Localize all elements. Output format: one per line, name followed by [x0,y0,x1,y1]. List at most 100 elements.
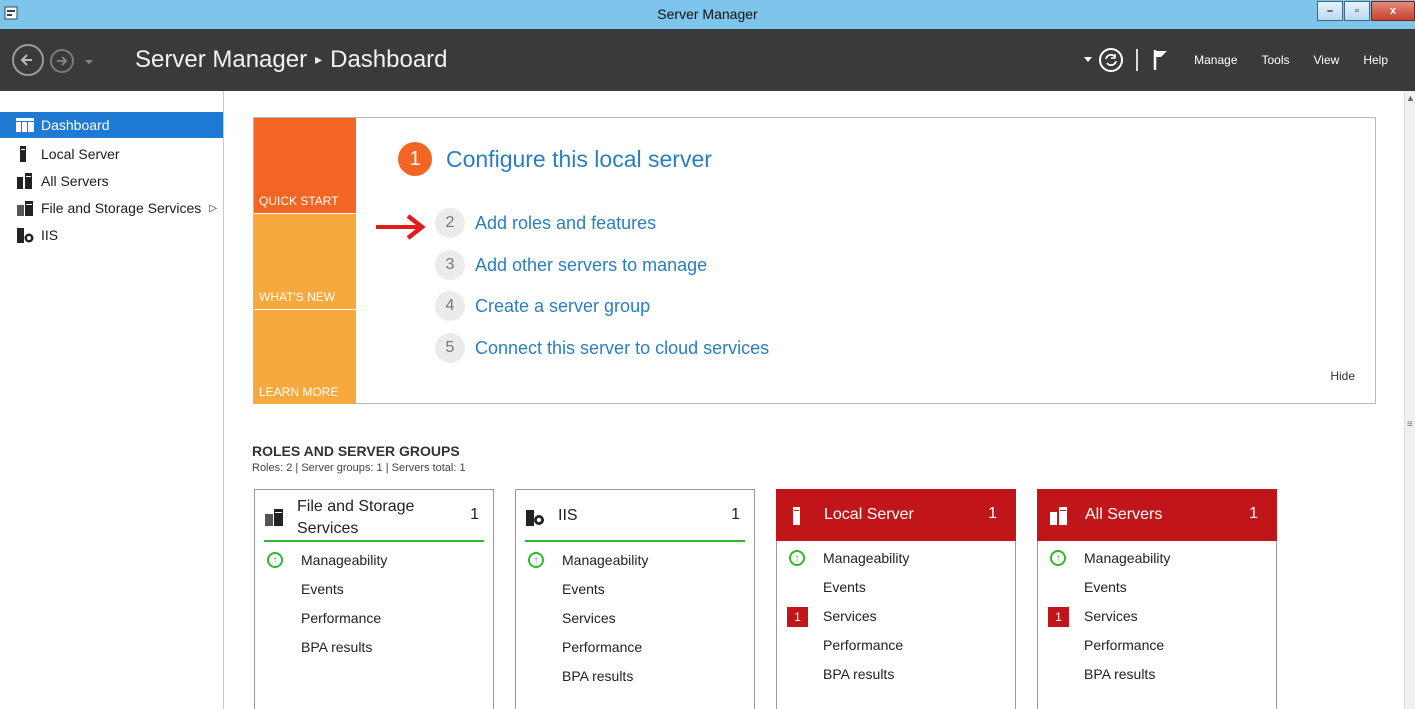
row-label: Events [562,581,605,597]
breadcrumb-current: Dashboard [330,46,448,73]
row-events[interactable]: Events [1038,573,1276,602]
card-local-server[interactable]: Local Server 1 ↑ Manageability Events 1 … [776,489,1016,709]
sidebar-item-local-server[interactable]: Local Server [0,141,223,167]
row-label: BPA results [823,666,895,682]
refresh-icon[interactable] [1098,47,1124,73]
back-arrow-icon [20,54,32,66]
menu-tools[interactable]: Tools [1262,53,1290,67]
row-performance[interactable]: Performance [255,604,493,633]
sidebar: Dashboard Local Server All Servers File … [0,91,224,709]
step-number: 3 [435,250,465,280]
sidebar-item-label: Dashboard [41,117,110,133]
expand-arrow-icon[interactable]: ▷ [209,203,217,214]
row-services[interactable]: Services [516,604,754,633]
alert-count-badge: 1 [1048,607,1069,627]
sidebar-item-label: File and Storage Services [41,200,202,216]
scroll-up-icon[interactable]: ▲ [1406,93,1415,103]
roles-summary: Roles: 2 | Server groups: 1 | Servers to… [252,462,466,474]
back-button[interactable] [12,44,44,76]
welcome-panel: QUICK START WHAT'S NEW LEARN MORE 1 Conf… [253,117,1376,404]
row-label: Services [823,608,877,624]
row-bpa-results[interactable]: BPA results [255,633,493,662]
row-events[interactable]: Events [777,573,1015,602]
row-bpa-results[interactable]: BPA results [777,660,1015,689]
close-button[interactable]: x [1371,1,1415,21]
step-label: Connect this server to cloud services [475,337,770,358]
status-ok-icon: ↑ [267,552,283,568]
hide-link[interactable]: Hide [1330,369,1355,383]
card-header[interactable]: File and Storage Services 1 [264,490,484,542]
card-header[interactable]: Local Server 1 [776,489,1016,541]
restore-button[interactable]: ▫ [1344,1,1370,21]
row-bpa-results[interactable]: BPA results [1038,660,1276,689]
menu-help[interactable]: Help [1363,53,1388,67]
row-performance[interactable]: Performance [777,631,1015,660]
window-title: Server Manager [657,6,758,22]
row-label: Manageability [301,552,388,568]
step-number: 5 [435,333,465,363]
tile-quick-start[interactable]: QUICK START [254,118,356,213]
storage-icon [16,200,34,216]
menu-view[interactable]: View [1314,53,1340,67]
status-ok-icon: ↑ [789,550,805,566]
card-header[interactable]: All Servers 1 [1037,489,1277,541]
row-label: Events [301,581,344,597]
row-services[interactable]: 1 Services [777,602,1015,631]
card-title: IIS [558,507,578,524]
row-label: Performance [823,637,904,653]
menu-manage[interactable]: Manage [1194,53,1237,67]
scroll-grip-icon[interactable]: ≡ [1407,419,1413,430]
row-label: Manageability [562,552,649,568]
row-performance[interactable]: Performance [1038,631,1276,660]
sidebar-item-label: IIS [41,227,59,243]
step-label: Configure this local server [446,145,712,172]
refresh-dropdown-icon[interactable] [1084,57,1093,63]
row-events[interactable]: Events [255,575,493,604]
step-configure-local-server[interactable]: 1 Configure this local server [398,142,712,176]
step-add-roles-features[interactable]: 2 Add roles and features [435,208,656,238]
card-count: 1 [1249,505,1258,522]
row-manageability[interactable]: ↑ Manageability [516,546,754,575]
vertical-scrollbar[interactable]: ▲ ≡ [1404,91,1415,709]
row-manageability[interactable]: ↑ Manageability [1038,544,1276,573]
row-label: BPA results [562,668,634,684]
step-label: Create a server group [475,295,651,316]
iis-icon [16,227,34,243]
history-dropdown-icon[interactable] [84,59,94,65]
minimize-button[interactable]: – [1317,1,1343,21]
sidebar-item-all-servers[interactable]: All Servers [0,168,223,194]
step-connect-cloud[interactable]: 5 Connect this server to cloud services [435,333,769,363]
step-number: 1 [398,142,432,176]
sidebar-item-file-storage[interactable]: File and Storage Services ▷ [0,195,223,221]
row-bpa-results[interactable]: BPA results [516,662,754,691]
card-all-servers[interactable]: All Servers 1 ↑ Manageability Events 1 S… [1037,489,1277,709]
step-add-servers[interactable]: 3 Add other servers to manage [435,250,707,280]
row-events[interactable]: Events [516,575,754,604]
tile-whats-new[interactable]: WHAT'S NEW [254,214,356,309]
notifications-flag-icon[interactable] [1152,48,1170,72]
row-manageability[interactable]: ↑ Manageability [777,544,1015,573]
row-label: Events [1084,579,1127,595]
alert-count-badge: 1 [787,607,808,627]
card-file-storage[interactable]: File and Storage Services 1 ↑ Manageabil… [254,489,494,709]
card-iis[interactable]: IIS 1 ↑ Manageability Events Services Pe… [515,489,755,709]
sidebar-item-iis[interactable]: IIS [0,222,223,248]
card-title: Local Server [824,506,914,523]
card-header[interactable]: IIS 1 [525,490,745,542]
title-bar: Server Manager – ▫ x [0,0,1415,29]
toolbar-divider [1136,49,1139,71]
step-number: 2 [435,208,465,238]
tile-learn-more[interactable]: LEARN MORE [254,310,356,404]
row-services[interactable]: 1 Services [1038,602,1276,631]
sidebar-item-dashboard[interactable]: Dashboard [0,112,223,138]
step-number: 4 [435,291,465,321]
step-create-server-group[interactable]: 4 Create a server group [435,291,650,321]
dashboard-content: QUICK START WHAT'S NEW LEARN MORE 1 Conf… [224,91,1404,709]
forward-button[interactable] [50,49,74,73]
breadcrumb-root[interactable]: Server Manager [135,46,307,73]
row-manageability[interactable]: ↑ Manageability [255,546,493,575]
step-label: Add other servers to manage [475,254,708,275]
row-performance[interactable]: Performance [516,633,754,662]
card-title: All Servers [1085,506,1163,523]
servers-icon [16,173,34,189]
